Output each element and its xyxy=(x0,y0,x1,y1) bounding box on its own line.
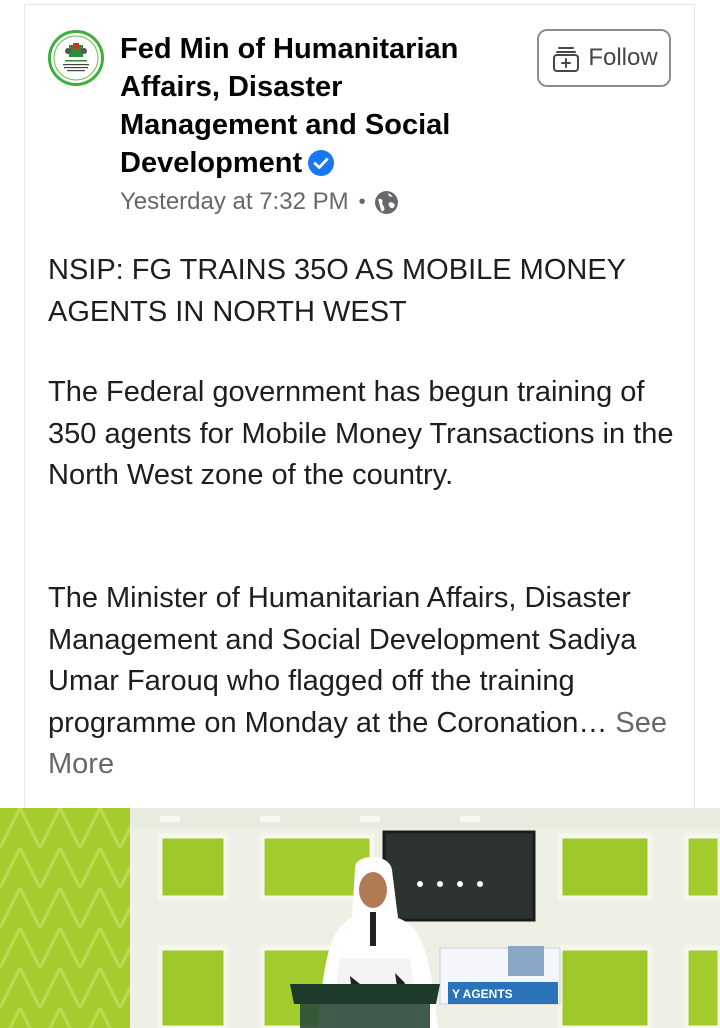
follow-button[interactable]: Follow xyxy=(537,29,671,87)
verified-badge-icon xyxy=(308,150,335,176)
ministry-logo xyxy=(53,35,99,81)
post-paragraph-1: The Federal government has begun trainin… xyxy=(48,376,674,491)
follow-page-icon xyxy=(553,47,580,72)
globe-icon xyxy=(374,190,398,214)
post-headline: NSIP: FG TRAINS 35O AS MOBILE MONEY AGEN… xyxy=(48,254,626,328)
page-name-text[interactable]: Fed Min of Humanitarian Affairs, Disaste… xyxy=(120,33,458,179)
post-timestamp[interactable]: Yesterday at 7:32 PM xyxy=(120,184,349,220)
page-name[interactable]: Fed Min of Humanitarian Affairs, Disaste… xyxy=(120,30,520,182)
post-photo[interactable]: Y AGENTS xyxy=(0,808,720,1028)
page-avatar[interactable] xyxy=(48,30,104,86)
meta-separator: • xyxy=(358,191,366,213)
follow-label: Follow xyxy=(588,44,658,71)
post-paragraph-2-text: The Minister of Humanitarian Affairs, Di… xyxy=(48,582,637,739)
banner-text: Y AGENTS xyxy=(452,987,513,1001)
event-photo-illustration: Y AGENTS xyxy=(0,808,720,1028)
post-meta: Yesterday at 7:32 PM • xyxy=(120,184,399,220)
post-paragraph-2: The Minister of Humanitarian Affairs, Di… xyxy=(48,578,678,786)
